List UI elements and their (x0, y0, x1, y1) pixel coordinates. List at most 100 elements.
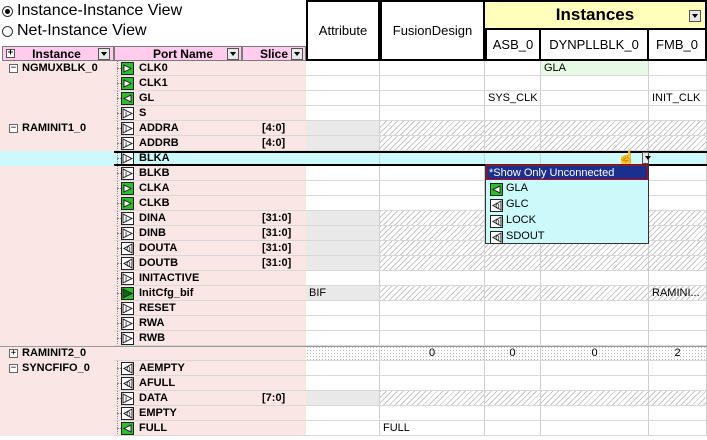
grid-cell-fusion[interactable] (380, 166, 485, 181)
port-name[interactable]: RESET (139, 301, 176, 316)
grid-cell-fusion[interactable] (380, 61, 485, 76)
grid-cell-fmb[interactable] (649, 391, 707, 406)
port-name[interactable]: CLK0 (139, 61, 168, 76)
grid-cell-fusion[interactable] (380, 361, 485, 376)
table-row[interactable]: − NGMUXBLK_0 CLK0 GLA (0, 61, 707, 76)
grid-cell-fmb[interactable] (649, 226, 707, 241)
grid-cell-fusion[interactable] (380, 286, 485, 301)
grid-cell-attr[interactable] (306, 196, 380, 211)
grid-cell-asb[interactable] (485, 361, 541, 376)
table-row[interactable]: CLK1 (0, 76, 707, 91)
grid-cell-fusion[interactable] (380, 331, 485, 346)
grid-cell-attr[interactable] (306, 106, 380, 121)
grid-cell-attr[interactable] (306, 226, 380, 241)
table-row[interactable]: 0 DOUTB [31:0] (0, 256, 707, 271)
grid-cell-attr[interactable] (306, 166, 380, 181)
grid-cell-fmb[interactable] (649, 196, 707, 211)
grid-cell-asb[interactable] (485, 256, 541, 271)
grid-cell-fmb[interactable] (649, 376, 707, 391)
grid-cell-fmb[interactable] (649, 136, 707, 151)
grid-cell-attr[interactable] (306, 151, 380, 166)
grid-cell-fmb[interactable] (649, 76, 707, 91)
grid-cell-asb[interactable] (485, 391, 541, 406)
grid-cell-attr[interactable]: BIF (306, 286, 380, 301)
instance-column-header[interactable]: + Instance (2, 46, 114, 61)
grid-cell-attr[interactable] (306, 76, 380, 91)
grid-cell-asb[interactable] (485, 301, 541, 316)
grid-cell-attr[interactable] (306, 331, 380, 346)
port-name[interactable]: RWA (139, 316, 164, 331)
grid-cell-fusion[interactable] (380, 91, 485, 106)
grid-cell-fusion[interactable] (380, 211, 485, 226)
table-row[interactable]: I RWB (0, 331, 707, 346)
table-row[interactable]: − SYNCFIFO_0 0 AEMPTY (0, 361, 707, 376)
grid-cell-fmb[interactable]: 2 (649, 346, 707, 361)
instance-filter-dropdown-icon[interactable] (98, 47, 110, 60)
grid-cell-fusion[interactable] (380, 376, 485, 391)
port-name[interactable]: EMPTY (139, 406, 177, 421)
collapse-icon[interactable]: − (9, 124, 18, 133)
grid-cell-asb[interactable] (485, 136, 541, 151)
grid-cell-fmb[interactable] (649, 121, 707, 136)
cell-dropdown-arrow-icon[interactable] (641, 151, 652, 164)
grid-cell-attr[interactable] (306, 91, 380, 106)
table-row[interactable]: GL SYS_CLK INIT_CLK (0, 91, 707, 106)
grid-cell-dyn[interactable] (541, 106, 649, 121)
fmb-column-header[interactable]: FMB_0 (649, 30, 707, 61)
grid-cell-fmb[interactable] (649, 421, 707, 436)
grid-cell-attr[interactable] (306, 211, 380, 226)
grid-cell-attr[interactable] (306, 121, 380, 136)
port-name[interactable]: CLKA (139, 181, 170, 196)
table-row[interactable]: I INITACTIVE (0, 271, 707, 286)
dropdown-option-sdout[interactable]: 0 SDOUT (486, 228, 648, 244)
grid-cell-fmb[interactable] (649, 331, 707, 346)
grid-cell-dyn[interactable] (541, 376, 649, 391)
radio-unselected-icon[interactable] (2, 25, 13, 37)
grid-cell-attr[interactable] (306, 316, 380, 331)
grid-cell-fmb[interactable] (649, 256, 707, 271)
grid-cell-fmb[interactable] (649, 211, 707, 226)
grid-cell-dyn[interactable] (541, 256, 649, 271)
grid-cell-attr[interactable] (306, 241, 380, 256)
instance-instance-view-option[interactable]: Instance-Instance View (2, 1, 302, 21)
grid-cell-fmb[interactable] (649, 361, 707, 376)
grid-cell-fusion[interactable] (380, 121, 485, 136)
collapse-icon[interactable]: − (9, 364, 18, 373)
cell-dropdown-trigger[interactable]: ☝ (617, 150, 652, 167)
grid-cell-attr[interactable] (306, 376, 380, 391)
asb-column-header[interactable]: ASB_0 (485, 30, 541, 61)
grid-cell-dyn[interactable] (541, 271, 649, 286)
dropdown-option-gla[interactable]: GLA (486, 180, 648, 196)
grid-cell-dyn[interactable]: 0 (541, 346, 649, 361)
grid-cell-fmb[interactable] (649, 241, 707, 256)
grid-cell-fmb[interactable] (649, 181, 707, 196)
grid-cell-dyn[interactable] (541, 406, 649, 421)
port-name[interactable]: DINA (139, 211, 166, 226)
port-name[interactable]: DOUTA (139, 241, 177, 256)
slice-filter-dropdown-icon[interactable] (291, 47, 303, 60)
grid-cell-asb[interactable]: 0 (485, 346, 541, 361)
grid-cell-dyn[interactable] (541, 421, 649, 436)
port-name[interactable]: RWB (139, 331, 165, 346)
grid-cell-fmb[interactable] (649, 166, 707, 181)
instance-name[interactable]: NGMUXBLK_0 (22, 61, 98, 76)
collapse-icon[interactable]: − (9, 64, 18, 73)
grid-cell-fusion[interactable] (380, 241, 485, 256)
grid-cell-fusion[interactable] (380, 196, 485, 211)
grid-cell-dyn[interactable] (541, 391, 649, 406)
table-row[interactable]: − RAMINIT1_0 I ADDRA [4:0] (0, 121, 707, 136)
grid-cell-fusion[interactable]: 0 (380, 346, 485, 361)
grid-cell-dyn[interactable] (541, 121, 649, 136)
table-row[interactable]: FULL FULL (0, 421, 707, 436)
dynpll-column-header[interactable]: DYNPLLBLK_0 (541, 30, 649, 61)
table-row[interactable]: 0 AFULL (0, 376, 707, 391)
instance-name[interactable]: SYNCFIFO_0 (22, 361, 90, 376)
grid-cell-fusion[interactable] (380, 406, 485, 421)
port-name[interactable]: CLK1 (139, 76, 168, 91)
slice-column-header[interactable]: Slice (242, 46, 306, 61)
grid-cell-asb[interactable] (485, 376, 541, 391)
port-name[interactable]: S (139, 106, 146, 121)
grid-cell-fusion[interactable] (380, 136, 485, 151)
grid-cell-dyn[interactable] (541, 91, 649, 106)
grid-cell-dyn[interactable] (541, 76, 649, 91)
